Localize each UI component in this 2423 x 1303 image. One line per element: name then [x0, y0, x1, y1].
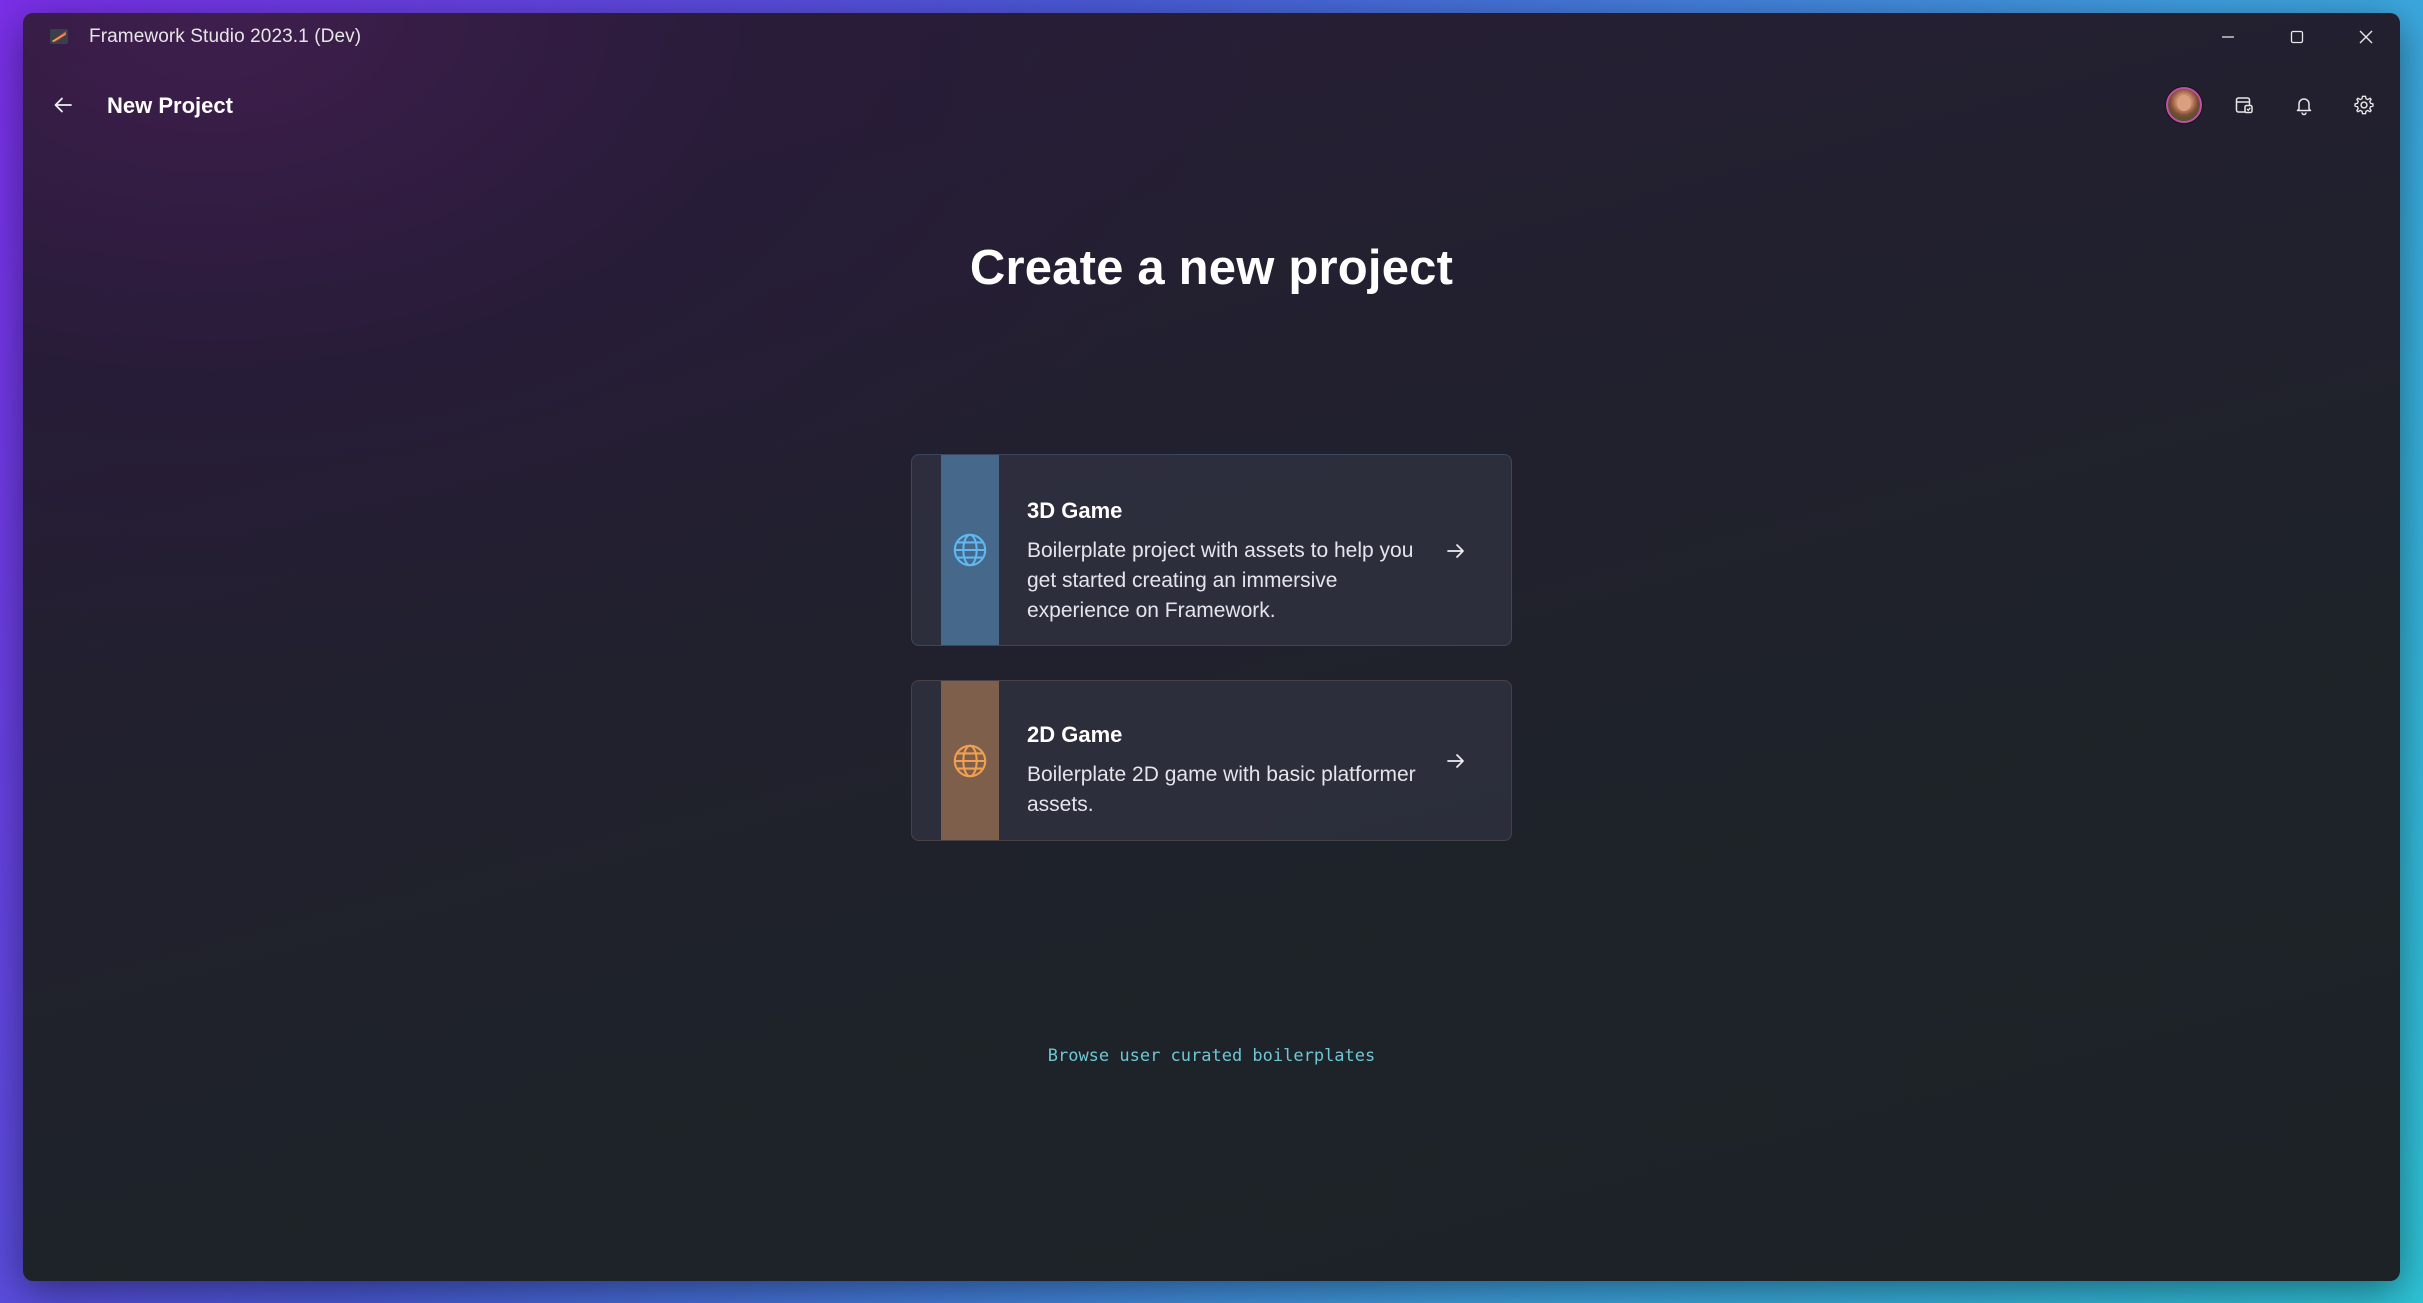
back-button[interactable]	[43, 85, 83, 125]
app-logo-icon	[49, 27, 69, 47]
project-switch-button[interactable]	[2226, 87, 2262, 123]
header-actions	[2166, 87, 2382, 123]
page-header: New Project	[23, 73, 2400, 135]
minimize-button[interactable]	[2193, 13, 2262, 61]
project-switch-icon	[2235, 97, 2253, 114]
globe-icon	[953, 533, 987, 567]
page-title: New Project	[107, 93, 233, 118]
notifications-button[interactable]	[2286, 87, 2322, 123]
window-title: Framework Studio 2023.1 (Dev)	[89, 26, 362, 47]
window-controls	[2193, 13, 2400, 61]
avatar	[2166, 87, 2202, 123]
globe-icon	[953, 744, 987, 777]
card-title: 2D Game	[1027, 722, 1123, 747]
card-description: Boilerplate 2D game with basic platforme…	[1027, 763, 1416, 816]
template-card-2d-game[interactable]: 2D Game Boilerplate 2D game with basic p…	[911, 680, 1512, 841]
back-arrow-icon	[54, 97, 72, 113]
title-bar[interactable]: Framework Studio 2023.1 (Dev)	[23, 13, 2400, 61]
template-card-3d-game[interactable]: 3D Game Boilerplate project with assets …	[911, 454, 1512, 646]
card-title: 3D Game	[1027, 498, 1123, 523]
gear-icon	[2354, 95, 2374, 115]
settings-button[interactable]	[2346, 87, 2382, 123]
main-heading: Create a new project	[969, 241, 1454, 295]
card-body: 3D Game Boilerplate project with assets …	[1027, 498, 1441, 626]
card-body: 2D Game Boilerplate 2D game with basic p…	[1027, 722, 1441, 820]
app-window: Framework Studio 2023.1 (Dev) New Projec…	[23, 13, 2400, 1281]
maximize-button[interactable]	[2262, 13, 2331, 61]
minimize-icon	[2221, 36, 2234, 38]
maximize-icon	[2290, 30, 2303, 44]
card-description: Boilerplate project with assets to help …	[1027, 539, 1414, 622]
close-icon	[2359, 30, 2372, 44]
card-accent-stripe	[941, 455, 999, 645]
account-button[interactable]	[2166, 87, 2202, 123]
arrow-right-icon	[1443, 538, 1469, 564]
browse-boilerplates-link[interactable]: Browse user curated boilerplates	[23, 1046, 2400, 1066]
card-accent-stripe	[941, 681, 999, 840]
bell-icon	[2296, 98, 2312, 116]
arrow-right-icon	[1443, 748, 1469, 774]
close-button[interactable]	[2331, 13, 2400, 61]
